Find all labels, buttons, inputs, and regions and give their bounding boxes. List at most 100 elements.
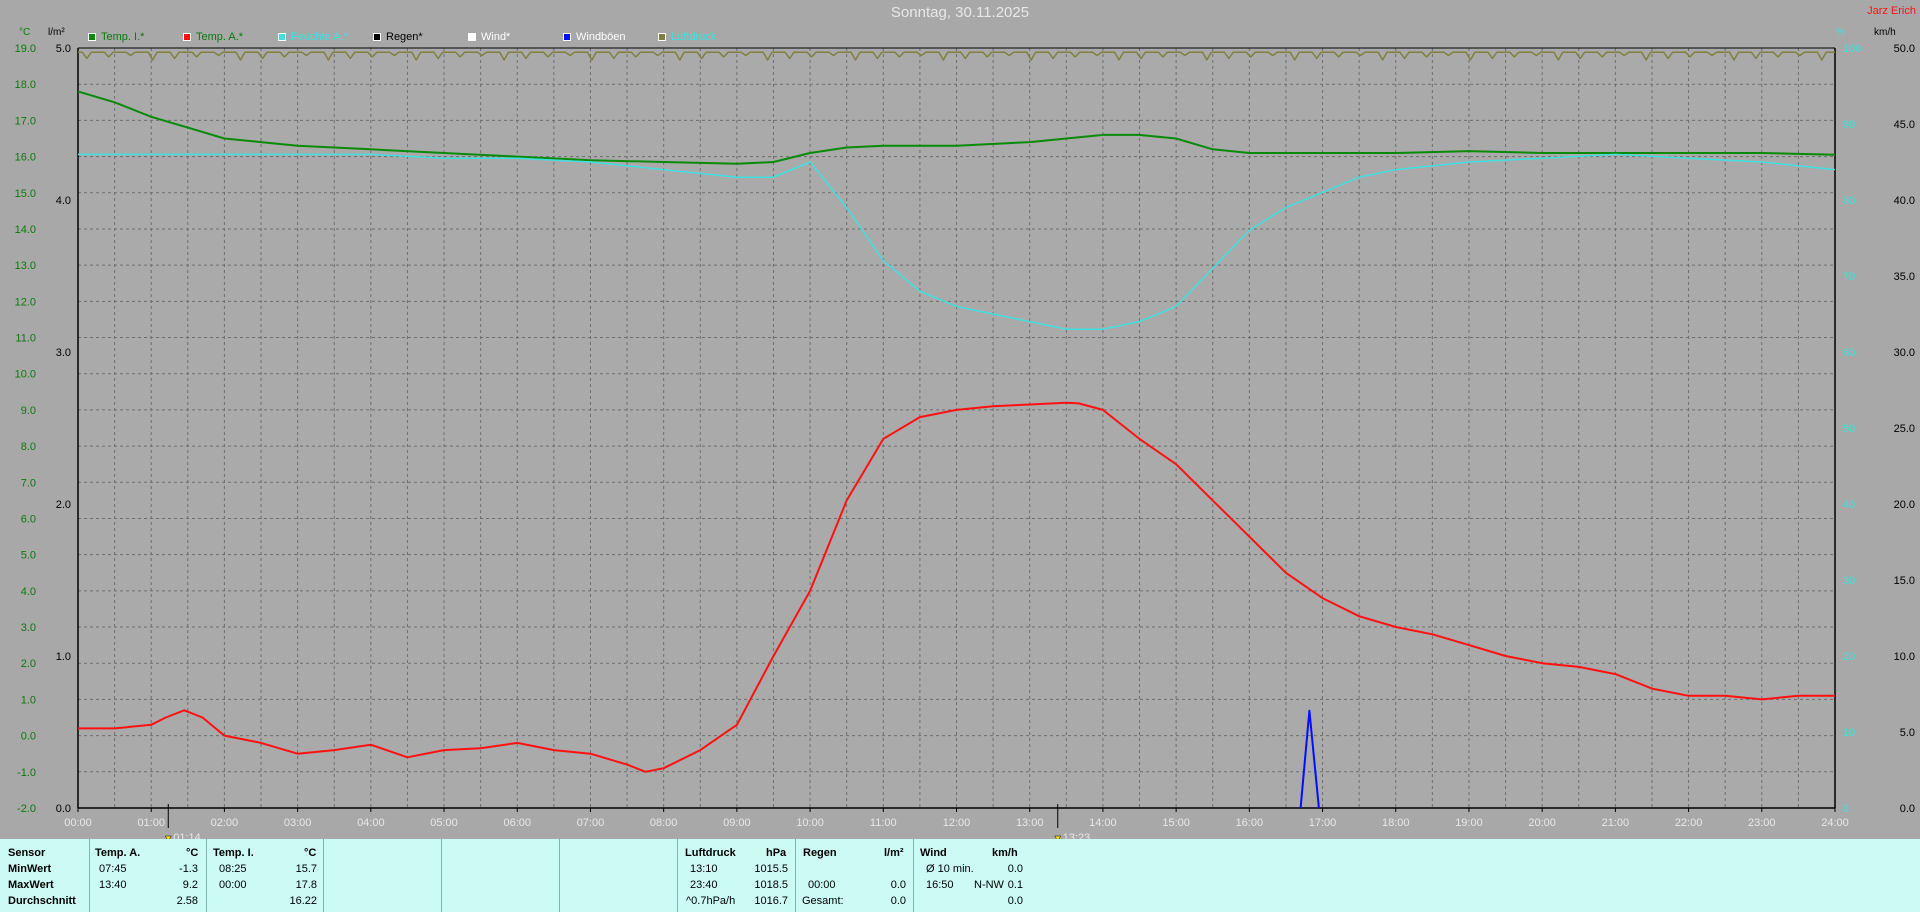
weather-chart: 19.0 18.0 17.0 16.0 15.0 14.0 13.0 12.0 11.0 10.0… xyxy=(15,43,1915,839)
header-pressure-unit: hPa xyxy=(766,847,787,859)
wind-tick-label: 50.0 xyxy=(1894,43,1915,55)
x-tick-label: 24:00 xyxy=(1821,817,1849,829)
temp-tick-label: 7.0 xyxy=(21,477,36,489)
wind-tick-label: 40.0 xyxy=(1894,195,1915,207)
temp-tick-label: -2.0 xyxy=(17,803,36,815)
temp-i-max-time: 00:00 xyxy=(219,879,247,891)
pressure-avg-value: 1016.7 xyxy=(754,895,788,907)
x-tick-label: 16:00 xyxy=(1236,817,1264,829)
humidity-tick-label: 60 xyxy=(1843,347,1855,359)
temp-tick-label: 11.0 xyxy=(15,333,36,345)
wind-max-time: 16:50 xyxy=(926,879,954,891)
x-tick-label: 23:00 xyxy=(1748,817,1776,829)
x-tick-label: 19:00 xyxy=(1455,817,1483,829)
wind-tick-label: 45.0 xyxy=(1894,119,1915,131)
time-marker-label: 13:23 xyxy=(1063,832,1091,839)
temp-tick-label: -1.0 xyxy=(17,767,36,779)
temp-a-max-value: 9.2 xyxy=(182,879,198,891)
time-marker-label: 01:14 xyxy=(173,832,201,839)
temp-tick-label: 5.0 xyxy=(21,550,36,562)
temp-tick-label: 17.0 xyxy=(15,115,36,127)
humidity-tick-label: 70 xyxy=(1843,271,1855,283)
table-divider xyxy=(913,839,914,912)
rain-tick-label: 2.0 xyxy=(56,499,71,511)
wind-tick-label: 10.0 xyxy=(1894,651,1915,663)
x-tick-label: 22:00 xyxy=(1675,817,1703,829)
temp-tick-label: 3.0 xyxy=(21,622,36,634)
humidity-tick-label: 10 xyxy=(1843,727,1855,739)
rain-max-time: 00:00 xyxy=(808,879,836,891)
temp-tick-label: 0.0 xyxy=(21,731,36,743)
rain-tick-label: 4.0 xyxy=(56,195,71,207)
temp-tick-label: 14.0 xyxy=(15,224,36,236)
statistics-table: Sensor Temp. A. °C Temp. I. °C Luftdruck… xyxy=(0,839,1920,912)
pressure-max-value: 1018.5 xyxy=(754,879,788,891)
rain-tick-label: 5.0 xyxy=(56,43,71,55)
rain-total-label: Gesamt: xyxy=(802,895,844,907)
table-divider xyxy=(441,839,442,912)
wind-tick-label: 20.0 xyxy=(1894,499,1915,511)
rain-tick-label: 0.0 xyxy=(56,803,71,815)
x-tick-label: 21:00 xyxy=(1602,817,1630,829)
temp-a-avg-value: 2.58 xyxy=(176,895,198,907)
wind-tick-label: 25.0 xyxy=(1894,423,1915,435)
header-rain-unit: l/m² xyxy=(884,847,904,859)
wind-max-value: 0.1 xyxy=(1007,879,1023,891)
header-wind-unit: km/h xyxy=(992,847,1018,859)
table-divider xyxy=(677,839,678,912)
wind-min-value: 0.0 xyxy=(1007,863,1023,875)
humidity-tick-label: 0 xyxy=(1843,803,1849,815)
humidity-tick-label: 100 xyxy=(1843,43,1861,55)
humidity-tick-label: 30 xyxy=(1843,575,1855,587)
table-divider xyxy=(559,839,560,912)
x-tick-label: 11:00 xyxy=(870,817,897,829)
temp-tick-label: 15.0 xyxy=(15,188,36,200)
temp-a-min-value: -1.3 xyxy=(179,863,198,875)
temp-tick-label: 10.0 xyxy=(15,369,36,381)
temp-i-min-value: 15.7 xyxy=(295,863,317,875)
table-divider xyxy=(89,839,90,912)
x-tick-label: 12:00 xyxy=(943,817,971,829)
humidity-tick-label: 50 xyxy=(1843,423,1855,435)
header-temp-a: Temp. A. xyxy=(95,847,141,859)
wind-avg-value: 0.0 xyxy=(1007,895,1023,907)
temp-a-min-time: 07:45 xyxy=(99,863,127,875)
header-sensor: Sensor xyxy=(8,847,46,859)
rain-max-value: 0.0 xyxy=(890,879,906,891)
rain-total-value: 0.0 xyxy=(890,895,906,907)
pressure-min-value: 1015.5 xyxy=(754,863,788,875)
temp-tick-label: 8.0 xyxy=(21,441,36,453)
rain-tick-label: 3.0 xyxy=(56,347,71,359)
temp-tick-label: 16.0 xyxy=(15,152,36,164)
wind-tick-label: 0.0 xyxy=(1900,803,1915,815)
x-tick-label: 00:00 xyxy=(64,817,92,829)
x-tick-label: 06:00 xyxy=(503,817,531,829)
header-temp-i-unit: °C xyxy=(304,847,317,859)
row-label-min: MinWert xyxy=(8,863,52,875)
header-rain: Regen xyxy=(803,847,837,859)
pressure-max-time: 23:40 xyxy=(690,879,718,891)
x-tick-label: 07:00 xyxy=(577,817,605,829)
humidity-tick-label: 40 xyxy=(1843,499,1855,511)
row-label-max: MaxWert xyxy=(8,879,54,891)
wind-tick-label: 15.0 xyxy=(1894,575,1915,587)
row-label-average: Durchschnitt xyxy=(8,895,76,907)
temp-tick-label: 6.0 xyxy=(21,513,36,525)
x-tick-label: 04:00 xyxy=(357,817,385,829)
table-divider xyxy=(206,839,207,912)
x-tick-label: 14:00 xyxy=(1089,817,1117,829)
x-tick-label: 09:00 xyxy=(723,817,751,829)
temp-tick-label: 1.0 xyxy=(21,694,36,706)
x-tick-label: 02:00 xyxy=(211,817,239,829)
x-tick-label: 01:00 xyxy=(137,817,165,829)
x-tick-label: 20:00 xyxy=(1528,817,1556,829)
table-divider xyxy=(323,839,324,912)
wind-tick-label: 5.0 xyxy=(1900,727,1915,739)
table-divider xyxy=(795,839,796,912)
temp-tick-label: 9.0 xyxy=(21,405,36,417)
temp-i-avg-value: 16.22 xyxy=(289,895,317,907)
temp-tick-label: 18.0 xyxy=(15,79,36,91)
x-tick-label: 15:00 xyxy=(1162,817,1190,829)
header-temp-i: Temp. I. xyxy=(213,847,254,859)
header-pressure: Luftdruck xyxy=(685,847,736,859)
